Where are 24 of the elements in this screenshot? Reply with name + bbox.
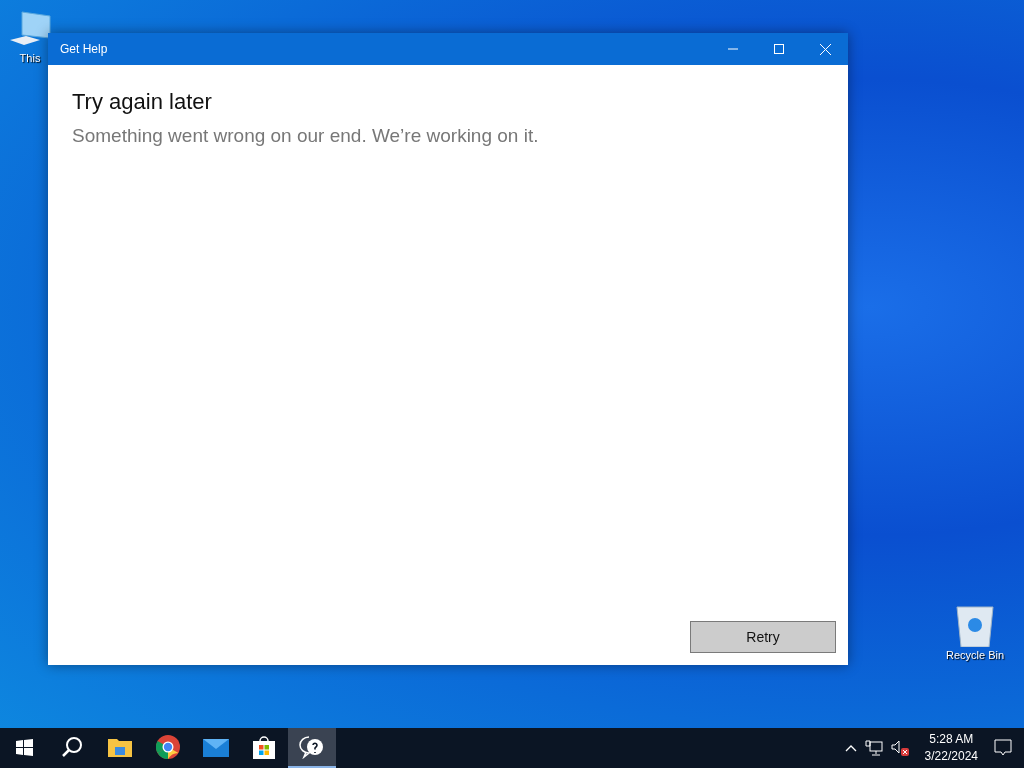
- clock-time: 5:28 AM: [929, 731, 974, 748]
- error-message: Something went wrong on our end. We’re working on it.: [72, 125, 540, 147]
- search-icon: [61, 736, 83, 758]
- maximize-icon: [774, 44, 784, 54]
- taskbar-app[interactable]: [288, 728, 336, 768]
- recycle-bin-icon: [955, 603, 995, 647]
- speaker-muted-icon: [890, 740, 909, 756]
- retry-button[interactable]: Retry: [690, 621, 836, 653]
- clock-date: 3/22/2024: [924, 748, 978, 765]
- desktop-icon-label[interactable]: Recycle Bin: [945, 649, 1005, 661]
- window-title: Get Help: [60, 42, 109, 56]
- error-heading: Try again later: [72, 89, 213, 115]
- envelope-icon: [203, 737, 229, 757]
- network-icon: [864, 740, 883, 756]
- desktop-icon-label[interactable]: This: [19, 52, 41, 64]
- chevron-up-icon: [844, 744, 857, 752]
- shopping-bag-icon: [253, 735, 275, 759]
- folder-icon: [108, 737, 132, 757]
- help-chat-icon: [299, 735, 325, 759]
- chrome-icon: [156, 735, 180, 759]
- windows-logo-icon: [15, 738, 33, 756]
- close-icon: [819, 43, 831, 55]
- notification-icon[interactable]: [994, 739, 1012, 757]
- clock[interactable]: 5:28 AM 3/22/2024: [924, 731, 978, 765]
